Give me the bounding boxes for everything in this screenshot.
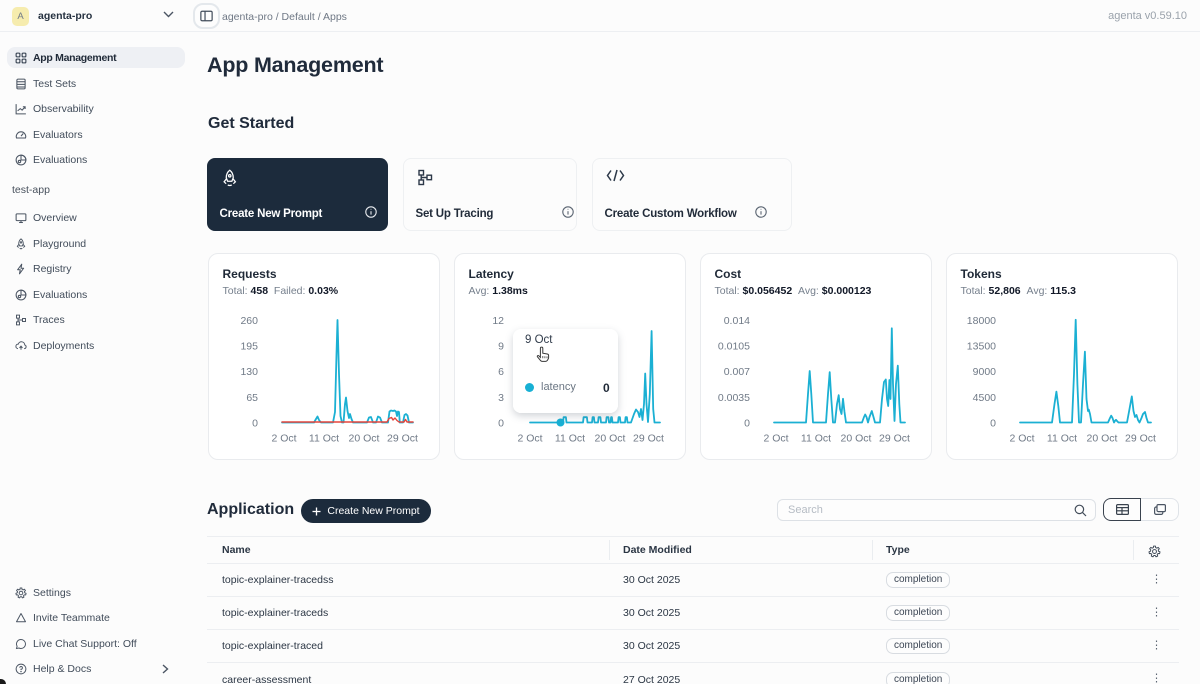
svg-text:18000: 18000 [967, 315, 996, 327]
svg-text:12: 12 [492, 315, 504, 327]
svg-text:11 Oct: 11 Oct [309, 433, 339, 445]
svg-text:6: 6 [498, 366, 504, 378]
svg-text:2 Oct: 2 Oct [271, 433, 296, 445]
svg-text:13500: 13500 [967, 341, 996, 353]
svg-text:20 Oct: 20 Oct [349, 433, 380, 445]
svg-text:11 Oct: 11 Oct [1047, 433, 1077, 445]
svg-text:20 Oct: 20 Oct [841, 433, 872, 445]
svg-text:4500: 4500 [973, 392, 997, 404]
svg-text:9000: 9000 [973, 366, 997, 378]
svg-text:11 Oct: 11 Oct [555, 433, 585, 445]
svg-text:2 Oct: 2 Oct [763, 433, 788, 445]
svg-text:0: 0 [744, 418, 750, 430]
svg-text:130: 130 [240, 366, 258, 378]
svg-text:0.014: 0.014 [724, 315, 750, 327]
svg-text:0.007: 0.007 [724, 366, 750, 378]
svg-text:65: 65 [246, 392, 258, 404]
svg-text:2 Oct: 2 Oct [1009, 433, 1034, 445]
svg-text:0: 0 [252, 418, 258, 430]
svg-text:11 Oct: 11 Oct [801, 433, 831, 445]
svg-text:195: 195 [240, 341, 258, 353]
svg-text:0.0105: 0.0105 [718, 341, 750, 353]
svg-text:0: 0 [990, 418, 996, 430]
svg-text:29 Oct: 29 Oct [1125, 433, 1156, 445]
svg-text:0.0035: 0.0035 [718, 392, 750, 404]
svg-text:29 Oct: 29 Oct [387, 433, 418, 445]
svg-text:20 Oct: 20 Oct [1087, 433, 1118, 445]
svg-text:29 Oct: 29 Oct [879, 433, 910, 445]
svg-text:2 Oct: 2 Oct [517, 433, 542, 445]
svg-text:260: 260 [240, 315, 258, 327]
svg-text:9: 9 [498, 341, 504, 353]
svg-text:29 Oct: 29 Oct [633, 433, 664, 445]
svg-text:20 Oct: 20 Oct [595, 433, 626, 445]
svg-text:0: 0 [498, 418, 504, 430]
svg-text:3: 3 [498, 392, 504, 404]
